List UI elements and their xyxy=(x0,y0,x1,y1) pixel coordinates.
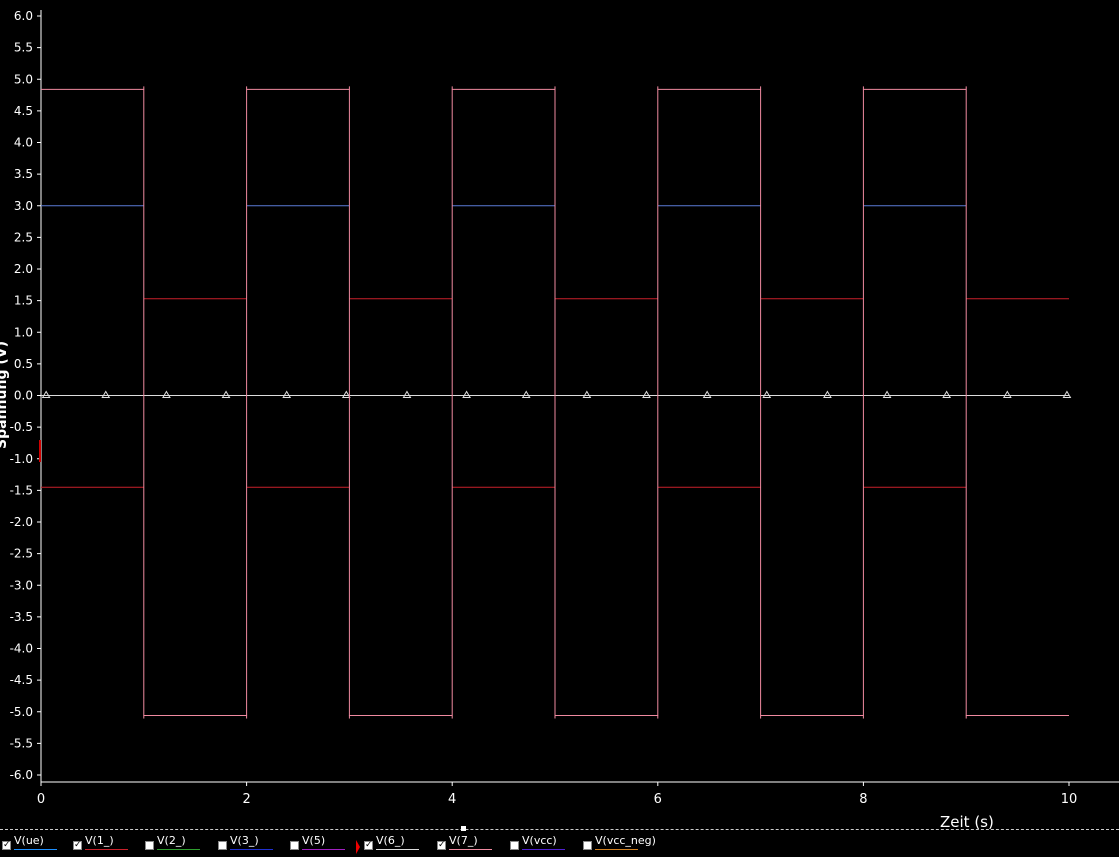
x-axis-label: Zeit (s) xyxy=(940,813,994,830)
series-marker xyxy=(162,390,171,398)
legend-label: V(1_) xyxy=(85,834,114,847)
y-tick-label: -6.0 xyxy=(10,768,33,782)
unchecked-checkbox[interactable] xyxy=(510,841,519,850)
legend-label: V(ue) xyxy=(14,834,44,847)
x-tick-label: 2 xyxy=(242,792,250,807)
legend-swatch xyxy=(595,849,638,850)
y-tick-label: 1.5 xyxy=(14,294,33,308)
y-tick-label: -5.0 xyxy=(10,705,33,719)
legend-selection-marker xyxy=(356,840,360,854)
x-tick-label: 6 xyxy=(654,792,662,807)
legend-label: V(7_) xyxy=(449,834,478,847)
series-marker xyxy=(41,390,51,398)
x-tick-label: 4 xyxy=(448,792,456,807)
y-tick-label: 4.5 xyxy=(14,104,33,118)
series-marker xyxy=(521,390,531,398)
y-tick-label: 3.0 xyxy=(14,199,33,213)
axes: 6.0 5.5 5.0 4.5 4.0 3.5 3.0 2.5 2.0 1.5 1.0 0.5 0.0 -… xyxy=(10,9,1119,807)
legend-swatch xyxy=(230,849,273,850)
series-marker xyxy=(942,390,952,398)
checked-checkbox[interactable]: ✓ xyxy=(2,841,11,850)
y-tick-label: 0.5 xyxy=(14,357,33,371)
series-marker xyxy=(642,390,651,398)
y-tick-label: 5.5 xyxy=(14,41,33,55)
y-tick-label: -4.0 xyxy=(10,642,33,656)
y-tick-label: -2.0 xyxy=(10,515,33,529)
legend-swatch xyxy=(449,849,492,850)
x-tick-label: 8 xyxy=(859,792,867,807)
y-tick-label: 2.5 xyxy=(14,230,33,244)
series-line xyxy=(41,88,1069,717)
checked-checkbox[interactable]: ✓ xyxy=(364,841,373,850)
series-marker xyxy=(402,390,412,398)
series-marker xyxy=(221,390,231,398)
y-axis-label: Spannung (V) xyxy=(0,341,10,449)
y-tick-label: 6.0 xyxy=(14,9,33,23)
x-tick-label: 10 xyxy=(1061,792,1078,807)
y-tick-label: -3.5 xyxy=(10,610,33,624)
y-tick-label: -0.5 xyxy=(10,420,33,434)
legend-label: V(vcc_neg) xyxy=(595,834,656,847)
legend-swatch xyxy=(302,849,345,850)
y-tick-label: -4.5 xyxy=(10,673,33,687)
plot-area[interactable]: 6.0 5.5 5.0 4.5 4.0 3.5 3.0 2.5 2.0 1.5 1.0 0.5 0.0 -… xyxy=(0,0,1119,830)
x-tick-label: 0 xyxy=(37,792,45,807)
series-marker xyxy=(882,390,892,398)
series-marker xyxy=(582,390,592,398)
unchecked-checkbox[interactable] xyxy=(145,841,154,850)
y-tick-label: -3.0 xyxy=(10,578,33,592)
checked-checkbox[interactable]: ✓ xyxy=(73,841,82,850)
series-marker xyxy=(702,390,712,398)
legend-label: V(6_) xyxy=(376,834,405,847)
legend-swatch xyxy=(522,849,565,850)
series-marker xyxy=(462,390,471,398)
legend-swatch xyxy=(14,849,57,850)
y-tick-label: 1.0 xyxy=(14,325,33,339)
series-marker xyxy=(762,390,772,398)
legend-label: V(vcc) xyxy=(522,834,557,847)
y-tick-label: 5.0 xyxy=(14,72,33,86)
y-tick-label: -1.0 xyxy=(10,452,33,466)
legend: ✓ V(ue) ✓ V(1_) V(2_) V(3_) V(5) ✓ V(6_) ✓ V(7_) V(… xyxy=(0,830,1119,857)
series-V(7_) xyxy=(41,88,1069,717)
y-tick-label: -2.5 xyxy=(10,547,33,561)
y-tick-label: -1.5 xyxy=(10,483,33,497)
legend-label: V(5) xyxy=(302,834,326,847)
series-marker xyxy=(282,390,292,398)
series-marker xyxy=(823,390,832,398)
checked-checkbox[interactable]: ✓ xyxy=(437,841,446,850)
left-marker xyxy=(39,440,41,462)
unchecked-checkbox[interactable] xyxy=(218,841,227,850)
series-layer xyxy=(41,86,1072,719)
legend-label: V(3_) xyxy=(230,834,259,847)
legend-swatch xyxy=(85,849,128,850)
y-tick-label: 2.0 xyxy=(14,262,33,276)
y-tick-label: 4.0 xyxy=(14,136,33,150)
legend-swatch xyxy=(157,849,200,850)
y-tick-label: -5.5 xyxy=(10,736,33,750)
unchecked-checkbox[interactable] xyxy=(583,841,592,850)
series-V(6_) xyxy=(41,390,1072,398)
legend-label: V(2_) xyxy=(157,834,186,847)
series-marker xyxy=(1002,390,1012,398)
unchecked-checkbox[interactable] xyxy=(290,841,299,850)
legend-swatch xyxy=(376,849,419,850)
series-marker xyxy=(101,390,111,398)
y-tick-label: 3.5 xyxy=(14,167,33,181)
series-marker xyxy=(1062,390,1072,398)
series-marker xyxy=(341,390,351,398)
y-tick-label: 0.0 xyxy=(14,389,33,403)
